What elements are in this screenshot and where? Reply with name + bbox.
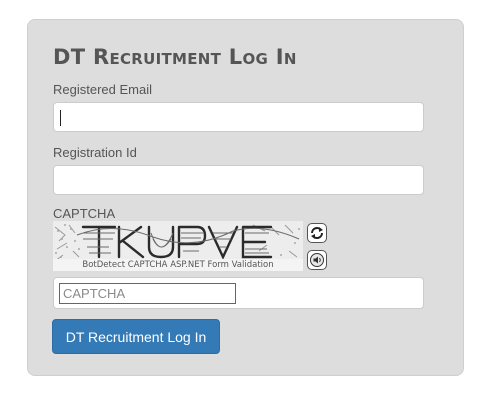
registration-id-field[interactable] [53,165,424,195]
captcha-footer-text: BotDetect CAPTCHA ASP.NET Form Validatio… [53,259,303,271]
email-label: Registered Email [53,82,152,97]
text-cursor [60,110,61,126]
reload-icon [311,227,323,239]
login-panel: DT Recruitment Log In Registered Email R… [27,19,464,376]
captcha-reload-button[interactable] [307,223,327,243]
login-submit-button[interactable]: DT Recruitment Log In [52,319,220,354]
captcha-sound-button[interactable] [307,250,327,270]
captcha-label: CAPTCHA [53,206,116,221]
page-title: DT Recruitment Log In [53,45,297,69]
captcha-field-container [53,277,424,309]
speaker-icon [310,253,324,267]
email-field[interactable] [53,102,424,132]
captcha-input[interactable] [59,283,236,304]
captcha-image: BotDetect CAPTCHA ASP.NET Form Validatio… [53,221,303,271]
registration-id-label: Registration Id [53,145,137,160]
